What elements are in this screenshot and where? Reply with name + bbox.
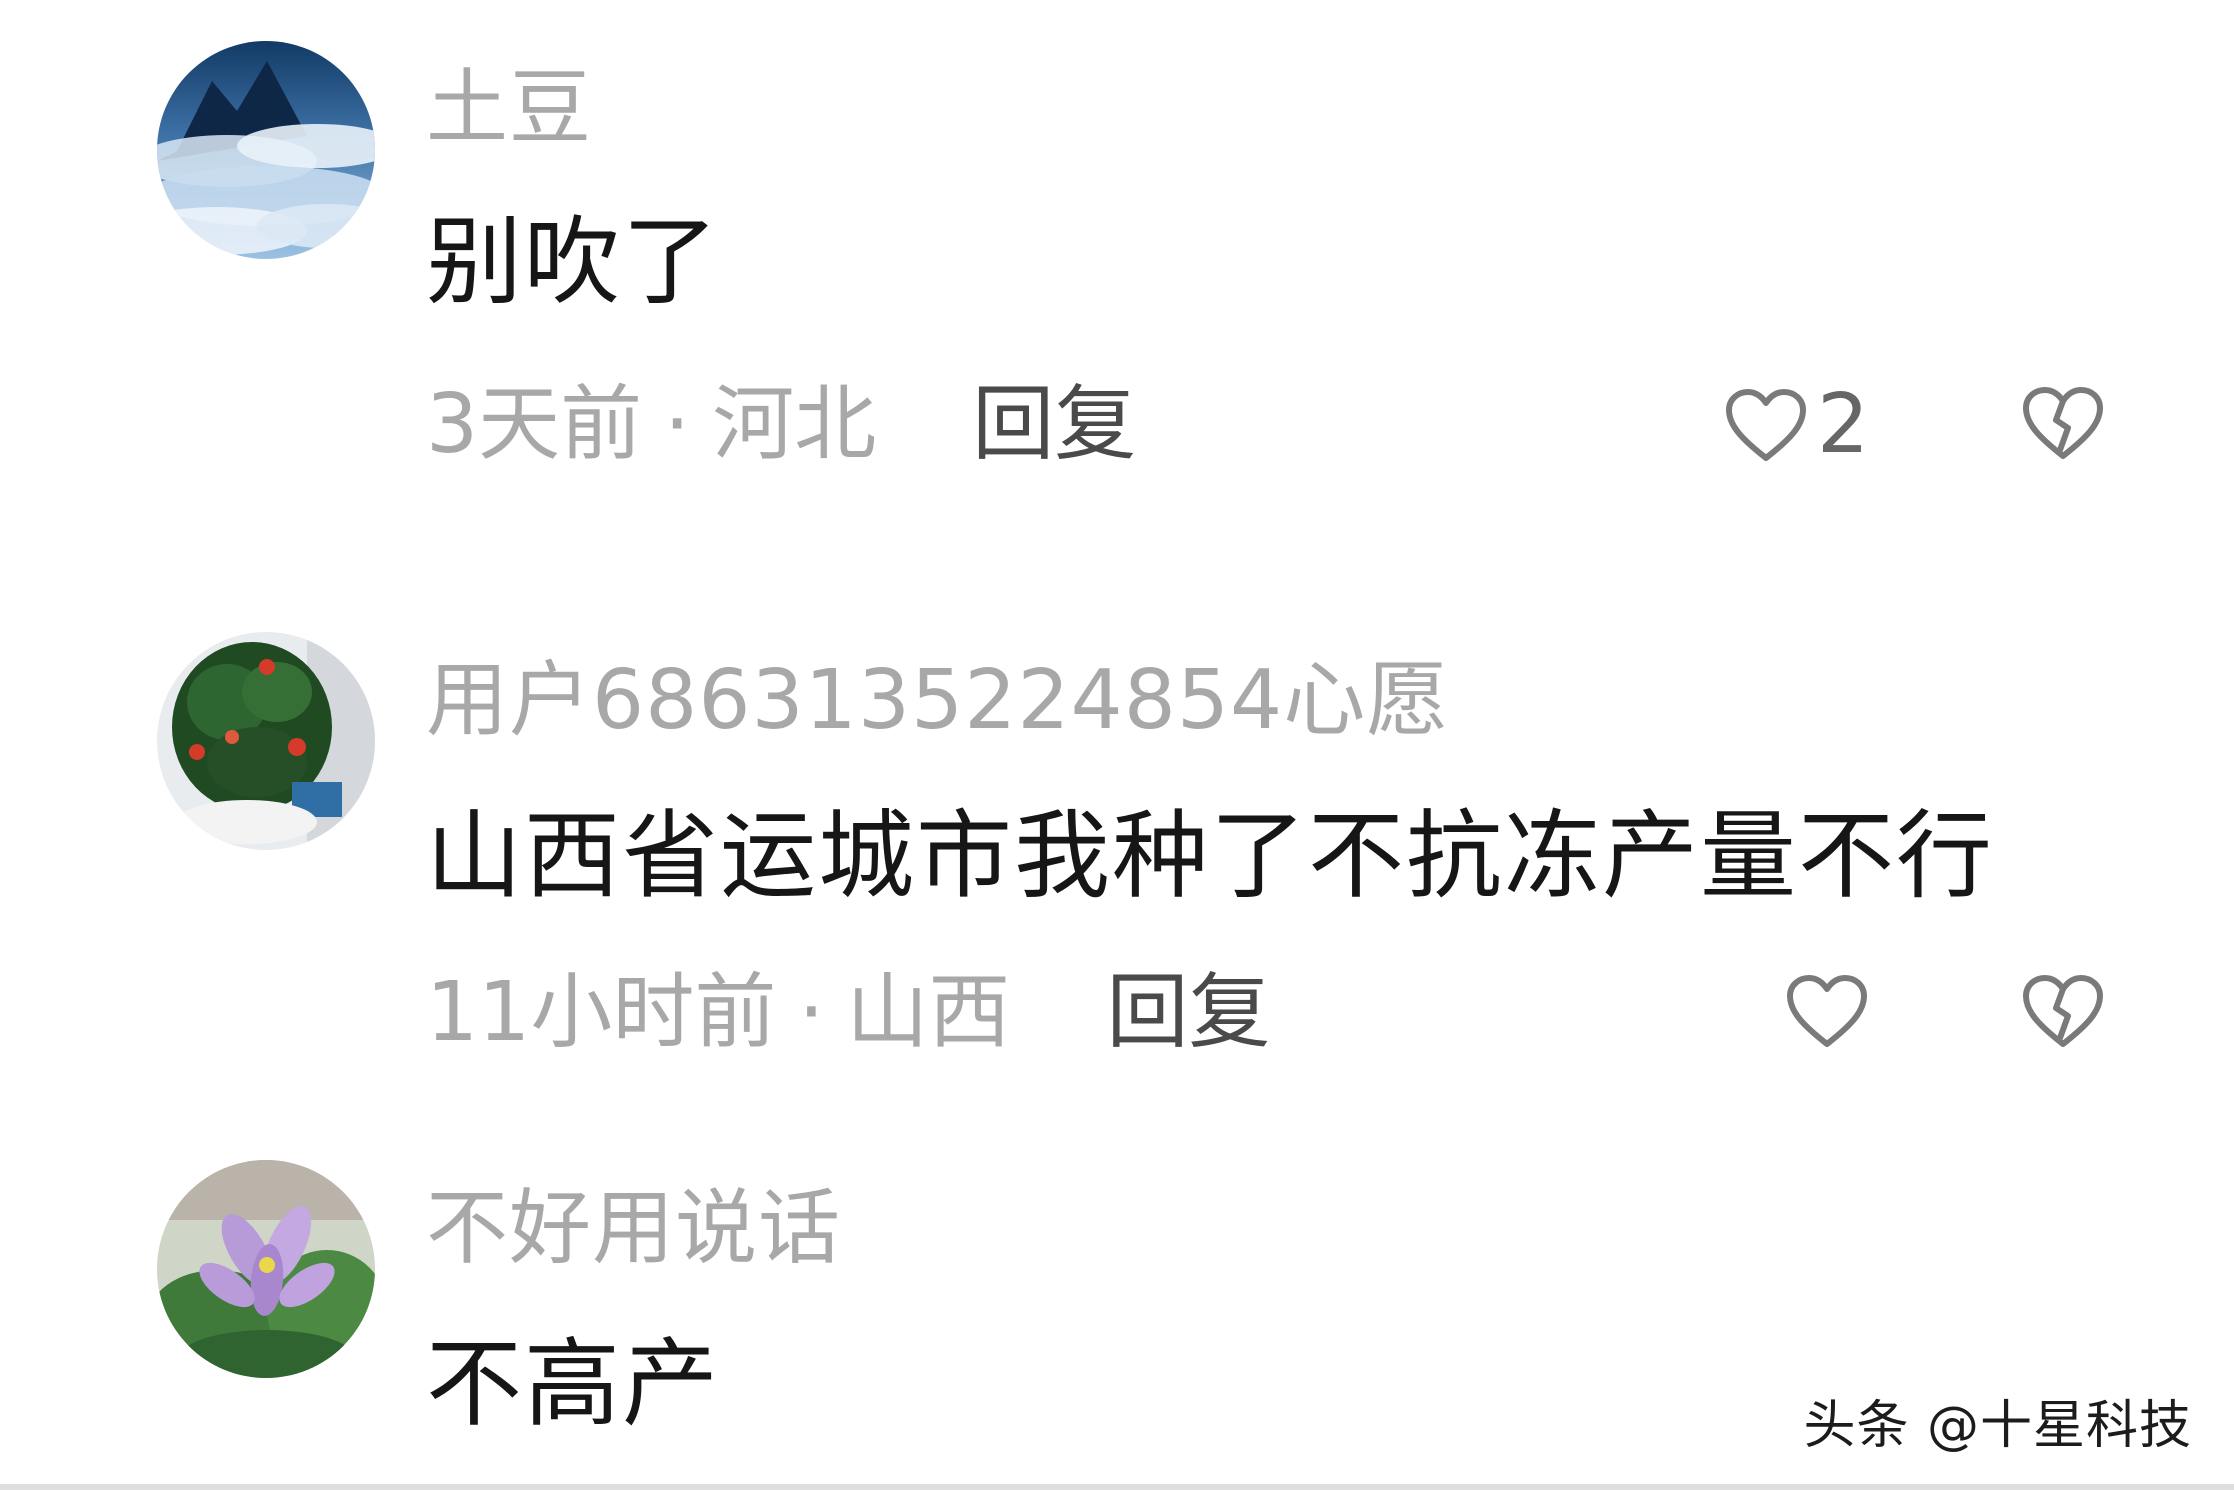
- broken-heart-icon: [2023, 975, 2103, 1047]
- comment-page: 土豆 别吹了 3天前 · 河北 回复 2 用户6863135224854心愿 山…: [0, 0, 2234, 1490]
- like-count: 2: [1817, 377, 1870, 472]
- potted-plant-avatar: [157, 632, 375, 850]
- comment-text: 别吹了: [426, 206, 720, 318]
- broken-heart-icon: [2023, 387, 2103, 459]
- like-button[interactable]: [1784, 972, 1870, 1050]
- watermark: 头条 @十星科技: [1803, 1396, 2192, 1456]
- dislike-button[interactable]: [2020, 972, 2106, 1050]
- dislike-button[interactable]: [2020, 384, 2106, 462]
- username[interactable]: 用户6863135224854心愿: [426, 660, 1449, 742]
- divider: [0, 1484, 2234, 1490]
- reply-button[interactable]: 回复: [972, 377, 1136, 472]
- meta-separator: ·: [798, 965, 825, 1060]
- comment-time: 11小时前: [426, 965, 777, 1060]
- heart-outline-icon: [1787, 975, 1867, 1047]
- like-button[interactable]: 2: [1723, 384, 1869, 466]
- avatar[interactable]: [157, 41, 375, 259]
- comment-meta: 11小时前 · 山西 回复: [426, 972, 1270, 1054]
- username[interactable]: 土豆: [426, 68, 592, 150]
- comment-text: 不高产: [426, 1328, 720, 1440]
- meta-separator: ·: [664, 377, 691, 472]
- comment-meta: 3天前 · 河北 回复: [426, 384, 1136, 466]
- sea-of-clouds-avatar: [157, 41, 375, 259]
- heart-outline-icon: [1726, 389, 1806, 461]
- comment-text: 山西省运城市我种了不抗冻产量不行: [426, 800, 1994, 912]
- username[interactable]: 不好用说话: [426, 1188, 841, 1270]
- avatar[interactable]: [157, 1160, 375, 1378]
- comment-location: 河北: [712, 377, 877, 472]
- comment-time: 3天前: [426, 377, 643, 472]
- avatar[interactable]: [157, 632, 375, 850]
- purple-flower-avatar: [157, 1160, 375, 1378]
- comment-location: 山西: [846, 965, 1011, 1060]
- reply-button[interactable]: 回复: [1106, 965, 1270, 1060]
